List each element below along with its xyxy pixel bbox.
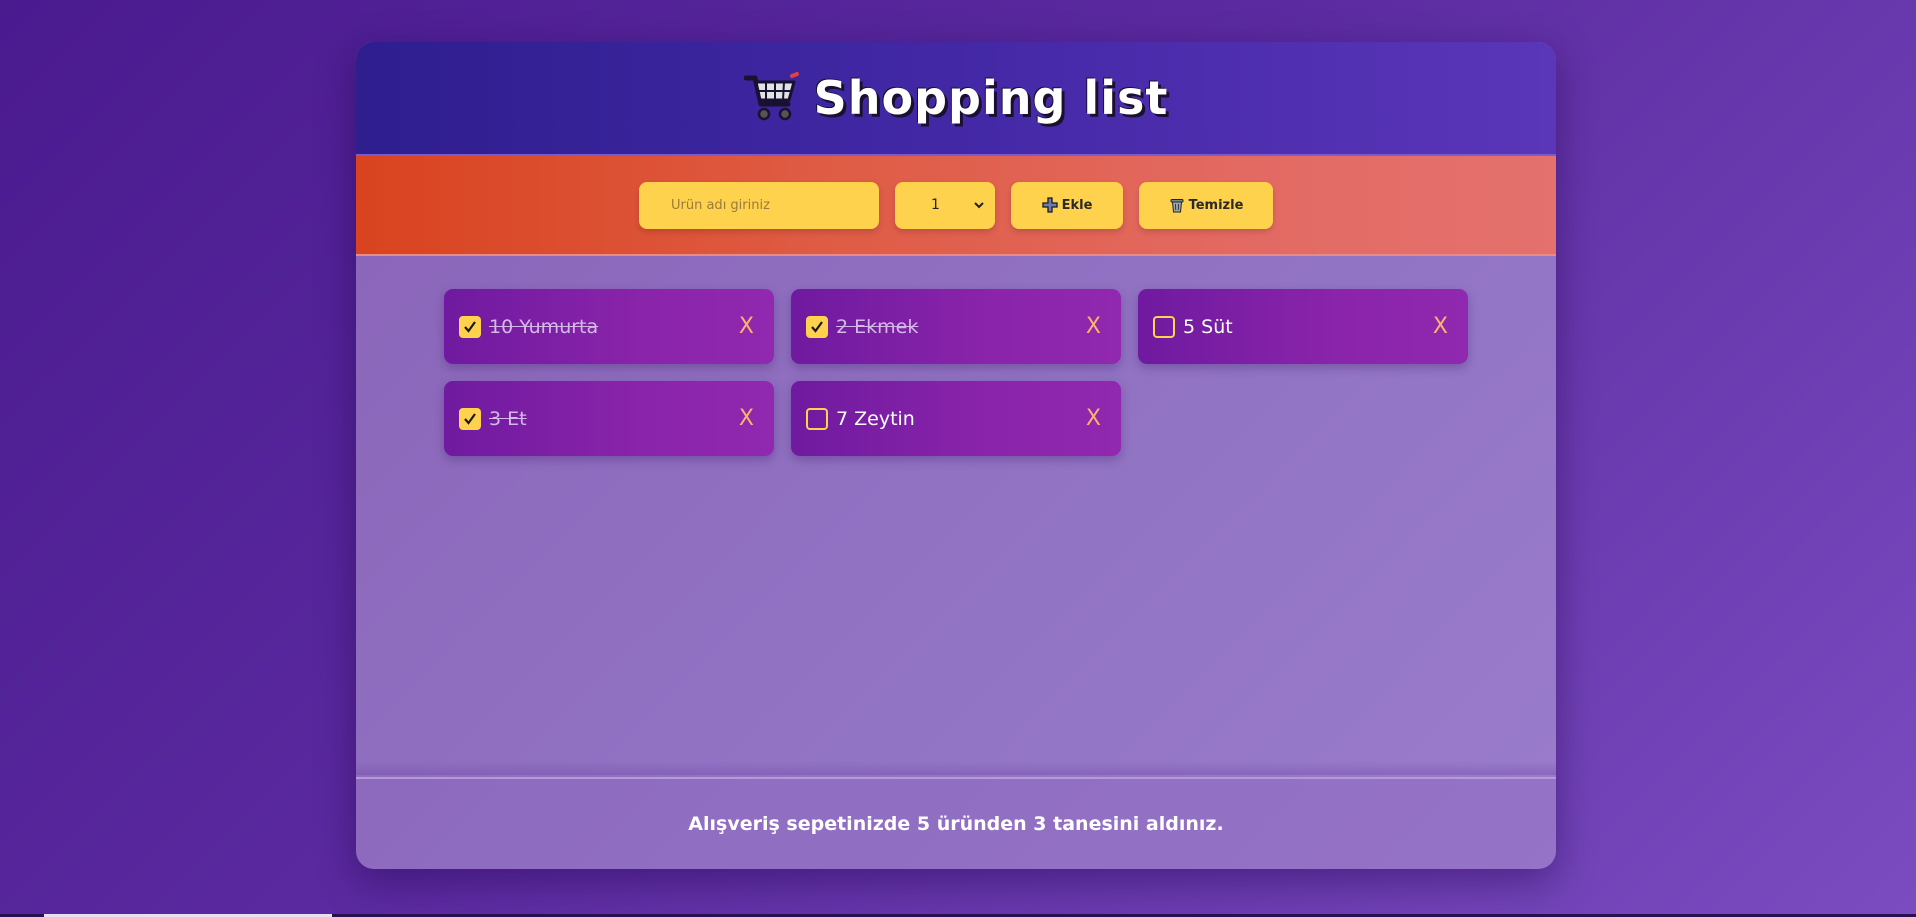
checkmark-icon [464,412,476,425]
shopping-items-grid: 10 Yumurta X 2 Ekmek X 5 Süt X 3 Et X 7 … [444,289,1468,456]
product-name-input[interactable] [639,181,879,229]
clear-button-label: Temizle [1188,197,1244,213]
quantity-select[interactable]: 1 [895,181,995,229]
shopping-list-app: Shopping list 1 Ekle Temizle [356,42,1556,869]
item-label: 7 Zeytin [836,407,915,430]
footer-divider-shadow [356,761,1556,775]
delete-item-button[interactable]: X [1086,314,1101,339]
header: Shopping list [356,42,1556,156]
item-label: 5 Süt [1183,315,1233,338]
list-item: 3 Et X [444,381,774,456]
list-item: 7 Zeytin X [791,381,1121,456]
delete-item-button[interactable]: X [1433,314,1448,339]
delete-item-button[interactable]: X [739,406,754,431]
item-checkbox[interactable] [459,315,481,338]
list-item: 2 Ekmek X [791,289,1121,364]
plus-icon [1041,197,1058,213]
add-button[interactable]: Ekle [1011,181,1123,229]
item-label: 10 Yumurta [489,315,599,338]
list-item: 5 Süt X [1138,289,1468,364]
progress-summary: Alışveriş sepetinizde 5 üründen 3 tanesi… [688,813,1224,835]
footer: Alışveriş sepetinizde 5 üründen 3 tanesi… [356,777,1556,869]
list-item: 10 Yumurta X [444,289,774,364]
page-title: Shopping list [743,71,1169,125]
chevron-down-icon [974,202,984,209]
checkmark-icon [811,320,823,333]
trash-icon [1170,199,1184,213]
delete-item-button[interactable]: X [739,314,754,339]
item-checkbox[interactable] [806,315,828,338]
input-toolbar: 1 Ekle Temizle [356,156,1556,256]
checkmark-icon [464,320,476,333]
page-title-text: Shopping list [813,71,1169,125]
delete-item-button[interactable]: X [1086,406,1101,431]
item-checkbox[interactable] [806,407,828,430]
clear-button[interactable]: Temizle [1139,181,1273,229]
item-checkbox[interactable] [459,407,481,430]
shopping-cart-icon [743,72,799,121]
item-checkbox[interactable] [1153,315,1175,338]
item-label: 2 Ekmek [836,315,919,338]
quantity-value: 1 [931,197,940,213]
item-label: 3 Et [489,407,527,430]
add-button-label: Ekle [1061,197,1093,213]
